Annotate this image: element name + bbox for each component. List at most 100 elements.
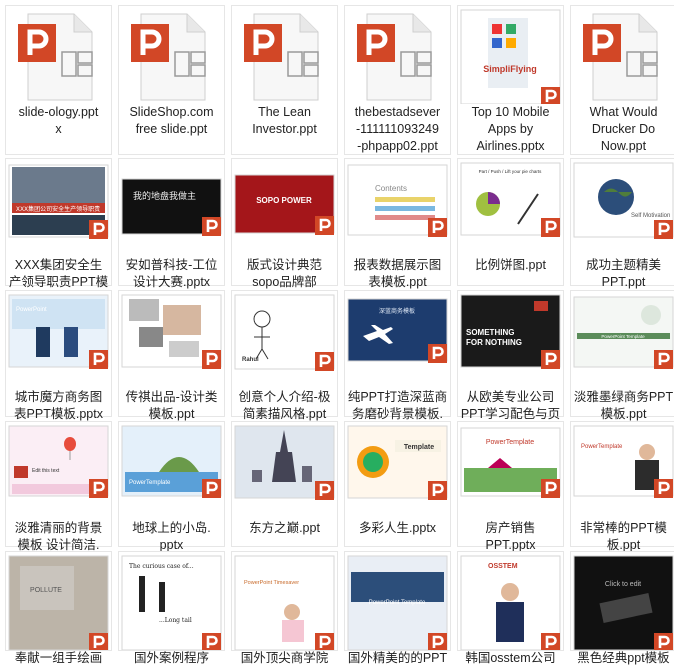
file-item[interactable]: PowerPoint 城市魔方商务图 表PPT模板.pptx xyxy=(5,290,112,421)
powerpoint-badge-icon xyxy=(541,633,560,650)
file-name-label: 安如普科技-工位 设计大赛.pptx xyxy=(125,258,218,289)
svg-text:PowerTemplate: PowerTemplate xyxy=(581,444,623,450)
file-item[interactable]: PowerPoint Template 淡雅墨绿商务PPT 模板.ppt xyxy=(570,290,674,421)
svg-text:SimpliFlying: SimpliFlying xyxy=(483,64,537,74)
slide-thumbnail: 深蓝商务模板 xyxy=(345,291,450,389)
file-name-label: SlideShop.com free slide.ppt xyxy=(129,105,214,136)
file-item[interactable]: 深蓝商务模板 纯PPT打造深蓝商 务磨砂背景模板. pptx xyxy=(344,290,451,438)
slide-thumbnail: Part / Push / Lift your pie charts xyxy=(458,159,563,257)
powerpoint-badge-icon xyxy=(89,479,108,498)
file-name-label: thebestadsever -111111093249 -phpapp02.p… xyxy=(354,105,441,153)
slide-thumbnail: SimpliFlying xyxy=(458,6,563,104)
file-item[interactable]: SOPO POWER 版式设计典范 sopo品牌部 PPT.pptx xyxy=(231,158,338,306)
file-item[interactable]: What Would Drucker Do Now.ppt xyxy=(570,5,674,155)
slide-thumbnail: Rahul xyxy=(232,291,337,389)
file-item[interactable]: thebestadsever -111111093249 -phpapp02.p… xyxy=(344,5,451,155)
slide-thumbnail: Template xyxy=(345,422,450,520)
powerpoint-file-icon xyxy=(232,6,337,104)
file-item[interactable]: PowerPoint Template 国外精美的的PPT xyxy=(344,551,451,665)
file-item[interactable]: PowerTemplate 非常棒的PPT模 板.ppt xyxy=(570,421,674,552)
svg-text:Self Motivation: Self Motivation xyxy=(631,213,670,219)
powerpoint-badge-icon xyxy=(315,352,334,371)
powerpoint-badge-icon xyxy=(654,633,673,650)
powerpoint-file-icon xyxy=(571,6,674,104)
svg-text:POLLUTE: POLLUTE xyxy=(30,587,62,594)
powerpoint-badge-icon xyxy=(541,479,560,498)
file-item[interactable]: OSSTEM 韩国osstem公司 xyxy=(457,551,564,665)
powerpoint-file-icon xyxy=(345,6,450,104)
file-item[interactable]: 东方之巅.ppt xyxy=(231,421,338,547)
file-item[interactable]: XXX集团公司安全生产领导职责 XXX集团安全生 产领导职责PPT模 板.ppt… xyxy=(5,158,112,306)
svg-text:Part / Push / Lift your pie ch: Part / Push / Lift your pie charts xyxy=(479,169,543,174)
file-item[interactable]: 我的地盘我做主 安如普科技-工位 设计大赛.pptx xyxy=(118,158,225,289)
file-item[interactable]: Click to edit 黑色经典ppt模板 xyxy=(570,551,674,665)
slide-thumbnail: XXX集团公司安全生产领导职责 xyxy=(6,159,111,257)
svg-text:PowerPoint Timesaver: PowerPoint Timesaver xyxy=(244,580,299,586)
file-item[interactable]: PowerTemplate 地球上的小岛. pptx xyxy=(118,421,225,552)
svg-text:PowerTemplate: PowerTemplate xyxy=(486,439,534,446)
powerpoint-badge-icon xyxy=(89,350,108,369)
slide-thumbnail: PowerTemplate xyxy=(458,422,563,520)
file-name-label: 韩国osstem公司 xyxy=(465,651,556,665)
file-name-label: The Lean Investor.ppt xyxy=(252,105,317,136)
file-item[interactable]: SlideShop.com free slide.ppt xyxy=(118,5,225,155)
file-item[interactable]: PowerPoint Timesaver 国外顶尖商学院 xyxy=(231,551,338,665)
svg-text:Rahul: Rahul xyxy=(242,357,259,363)
powerpoint-badge-icon xyxy=(315,633,334,650)
svg-text:...Long tail: ...Long tail xyxy=(159,617,192,624)
file-item[interactable]: POLLUTE 奉献一组手绘画 xyxy=(5,551,112,665)
slide-thumbnail: PowerPoint Timesaver xyxy=(232,552,337,650)
powerpoint-badge-icon xyxy=(654,350,673,369)
file-name-label: Top 10 Mobile Apps by Airlines.pptx xyxy=(471,105,550,153)
slide-thumbnail: OSSTEM xyxy=(458,552,563,650)
file-item[interactable]: SOMETHING FOR NOTHING 从欧美专业公司 PPT学习配色与页 … xyxy=(457,290,564,438)
svg-text:XXX集团公司安全生产领导职责: XXX集团公司安全生产领导职责 xyxy=(16,205,100,213)
file-name-label: 报表数据展示图 表模板.ppt xyxy=(353,258,442,289)
svg-text:PowerPoint Template: PowerPoint Template xyxy=(369,600,426,606)
slide-thumbnail: 我的地盘我做主 xyxy=(119,159,224,257)
file-item[interactable]: Contents 报表数据展示图 表模板.ppt xyxy=(344,158,451,289)
file-item[interactable]: The Lean Investor.ppt xyxy=(231,5,338,155)
slide-thumbnail: PowerTemplate xyxy=(119,422,224,520)
file-item[interactable]: slide-ology.ppt x xyxy=(5,5,112,155)
file-name-label: 奉献一组手绘画 xyxy=(14,651,103,665)
file-name-label: 成功主题精美 PPT.ppt xyxy=(585,258,661,289)
file-item[interactable]: PowerTemplate 房产销售 PPT.pptx xyxy=(457,421,564,552)
svg-text:PowerTemplate: PowerTemplate xyxy=(129,480,171,486)
powerpoint-badge-icon xyxy=(428,218,447,237)
slide-thumbnail: SOMETHING FOR NOTHING xyxy=(458,291,563,389)
file-item[interactable]: The curious case of... ...Long tail 国外案例… xyxy=(118,551,225,665)
powerpoint-badge-icon xyxy=(541,350,560,369)
svg-text:Edit this text: Edit this text xyxy=(32,468,60,474)
slide-thumbnail: PowerPoint Template xyxy=(571,291,674,389)
slide-thumbnail: PowerTemplate xyxy=(571,422,674,520)
file-name-label: 国外顶尖商学院 xyxy=(240,651,329,665)
file-name-label: 东方之巅.ppt xyxy=(249,521,320,535)
file-item[interactable]: Template 多彩人生.pptx xyxy=(344,421,451,547)
svg-text:我的地盘我做主: 我的地盘我做主 xyxy=(133,190,196,202)
svg-text:OSSTEM: OSSTEM xyxy=(488,563,518,570)
powerpoint-badge-icon xyxy=(202,217,221,236)
file-item[interactable]: Edit this text 淡雅清丽的背景 模板 设计简洁. ppt xyxy=(5,421,112,569)
svg-text:FOR NOTHING: FOR NOTHING xyxy=(466,338,522,347)
file-item[interactable]: Self Motivation 成功主题精美 PPT.ppt xyxy=(570,158,674,289)
file-name-label: 国外精美的的PPT xyxy=(347,651,448,665)
powerpoint-badge-icon xyxy=(202,633,221,650)
svg-text:PowerPoint: PowerPoint xyxy=(16,307,47,313)
powerpoint-badge-icon xyxy=(428,344,447,363)
file-item[interactable]: Rahul 创意个人介绍-极 简素描风格.ppt xyxy=(231,290,338,421)
file-item[interactable]: Part / Push / Lift your pie charts 比例饼图.… xyxy=(457,158,564,286)
file-grid: slide-ology.ppt x SlideShop.com free sli… xyxy=(0,0,674,665)
file-item[interactable]: 传祺出品-设计类 模板.ppt xyxy=(118,290,225,421)
powerpoint-badge-icon xyxy=(654,479,673,498)
powerpoint-badge-icon xyxy=(654,220,673,239)
slide-thumbnail: Contents xyxy=(345,159,450,257)
file-name-label: 房产销售 PPT.pptx xyxy=(485,521,536,552)
slide-thumbnail: SOPO POWER xyxy=(232,159,337,257)
file-item[interactable]: SimpliFlying Top 10 Mobile Apps by Airli… xyxy=(457,5,564,155)
powerpoint-badge-icon xyxy=(541,87,560,104)
slide-thumbnail: Click to edit xyxy=(571,552,674,650)
powerpoint-badge-icon xyxy=(541,218,560,237)
file-name-label: 地球上的小岛. pptx xyxy=(132,521,211,552)
powerpoint-badge-icon xyxy=(89,220,108,239)
